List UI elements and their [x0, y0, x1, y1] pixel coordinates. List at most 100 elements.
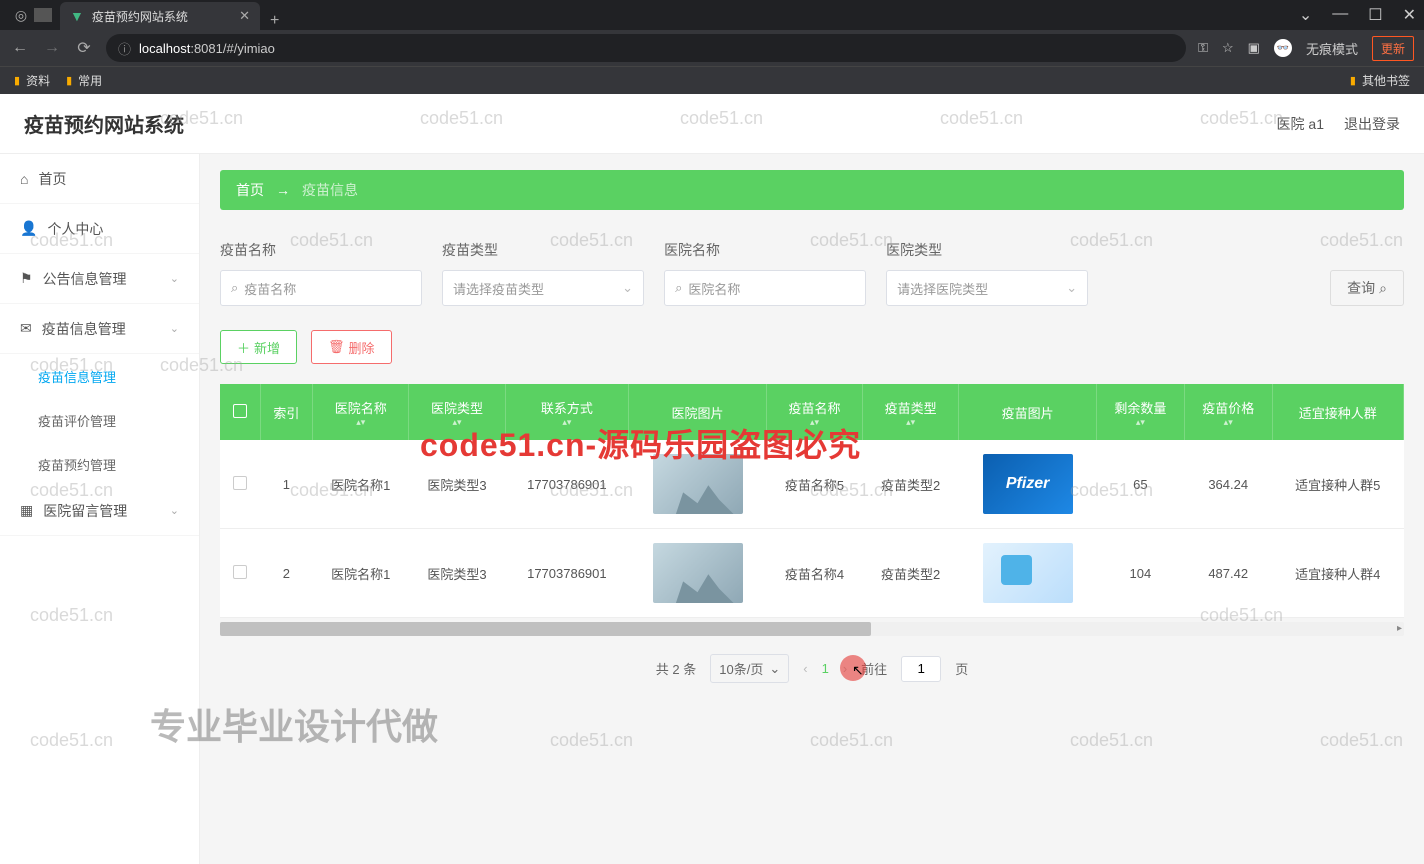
page-suffix: 页 — [955, 659, 968, 678]
vaccine-type-select[interactable]: 请选择疫苗类型⌄ — [442, 270, 644, 306]
sidebar-item-profile[interactable]: 👤 个人中心 — [0, 204, 199, 254]
col-qty[interactable]: 剩余数量▴▾ — [1097, 384, 1185, 440]
sidebar-item-vaccine[interactable]: ✉ 疫苗信息管理 ⌄ — [0, 304, 199, 354]
sidebar-sub-vaccine-book[interactable]: 疫苗预约管理 — [38, 442, 199, 486]
col-vimg: 疫苗图片 — [959, 384, 1097, 440]
col-index[interactable]: 索引 — [260, 384, 313, 440]
chevron-down-icon: ⌄ — [1066, 280, 1077, 296]
sort-icon: ▴▾ — [319, 419, 402, 426]
filter-label: 疫苗类型 — [442, 240, 644, 260]
col-htype[interactable]: 医院类型▴▾ — [409, 384, 505, 440]
plus-icon: ＋ — [237, 338, 250, 357]
bookmark-other[interactable]: ▮其他书签 — [1350, 72, 1410, 89]
app-root: 疫苗预约网站系统 医院 a1 退出登录 ⌂ 首页 👤 个人中心 ⚑ 公告信息管理… — [0, 94, 1424, 864]
reload-icon[interactable]: ⟳ — [74, 38, 94, 58]
prev-page-button[interactable]: ‹ — [803, 661, 807, 676]
content-area: 首页 → 疫苗信息 疫苗名称 ⌕疫苗名称 疫苗类型 请选择疫苗类型⌄ 医院名称 … — [200, 154, 1424, 864]
vaccine-name-input[interactable]: ⌕疫苗名称 — [220, 270, 422, 306]
logout-link[interactable]: 退出登录 — [1344, 114, 1400, 134]
new-tab-button[interactable]: + — [270, 12, 279, 30]
tab-title: 疫苗预约网站系统 — [92, 8, 231, 25]
scroll-right-icon[interactable]: ▸ — [1397, 622, 1402, 636]
total-label: 共 2 条 — [656, 659, 696, 678]
maximize-icon[interactable]: ☐ — [1368, 5, 1382, 25]
extension-icon[interactable]: ▣ — [1248, 40, 1260, 56]
info-icon: ⓘ — [118, 39, 131, 58]
table-wrapper: 索引 医院名称▴▾ 医院类型▴▾ 联系方式▴▾ 医院图片 疫苗名称▴▾ 疫苗类型… — [220, 384, 1404, 636]
table-row[interactable]: 2 医院名称1 医院类型3 17703786901 疫苗名称4 疫苗类型2 10… — [220, 529, 1404, 618]
grid-icon: ▦ — [20, 502, 33, 519]
col-vname[interactable]: 疫苗名称▴▾ — [766, 384, 862, 440]
sidebar-item-home[interactable]: ⌂ 首页 — [0, 154, 199, 204]
sort-icon: ▴▾ — [773, 419, 856, 426]
row-checkbox[interactable] — [233, 476, 247, 490]
chevron-down-icon[interactable]: ⌄ — [1299, 5, 1312, 25]
col-hname[interactable]: 医院名称▴▾ — [313, 384, 409, 440]
chevron-down-icon: ⌄ — [170, 322, 179, 335]
col-himg: 医院图片 — [629, 384, 767, 440]
url-text: localhost:8081/#/yimiao — [139, 41, 275, 56]
star-icon[interactable]: ☆ — [1222, 40, 1234, 56]
back-icon[interactable]: ← — [10, 39, 30, 57]
chevron-down-icon: ⌄ — [769, 661, 780, 677]
goto-page-input[interactable] — [901, 656, 941, 682]
bookmark-folder[interactable]: ▮资料 — [14, 72, 50, 89]
url-bar[interactable]: ⓘ localhost:8081/#/yimiao — [106, 34, 1186, 62]
minimize-icon[interactable]: — — [1332, 5, 1348, 25]
table-row[interactable]: 1 医院名称1 医院类型3 17703786901 疫苗名称5 疫苗类型2 Pf… — [220, 440, 1404, 529]
browser-tab-strip: ◎ ▼ 疫苗预约网站系统 ✕ + ⌄ — ☐ ✕ — [0, 0, 1424, 30]
user-icon: 👤 — [20, 220, 37, 237]
cursor-icon: ↖ — [852, 662, 864, 679]
forward-icon[interactable]: → — [42, 39, 62, 57]
col-vtype[interactable]: 疫苗类型▴▾ — [863, 384, 959, 440]
key-icon[interactable]: ⚿ — [1198, 40, 1208, 56]
filter-label: 医院名称 — [664, 240, 866, 260]
folder-icon: ▮ — [14, 74, 20, 87]
scrollbar-thumb[interactable] — [220, 622, 871, 636]
select-all-checkbox[interactable] — [233, 404, 247, 418]
user-label[interactable]: 医院 a1 — [1277, 114, 1324, 134]
app-title: 疫苗预约网站系统 — [24, 109, 184, 138]
browser-tab[interactable]: ▼ 疫苗预约网站系统 ✕ — [60, 2, 260, 30]
col-crowd: 适宜接种人群 — [1272, 384, 1403, 440]
search-button[interactable]: 查询 ⌕ — [1330, 270, 1404, 306]
sidebar-submenu-vaccine: 疫苗信息管理 疫苗评价管理 疫苗预约管理 — [0, 354, 199, 486]
add-button[interactable]: ＋新增 — [220, 330, 297, 364]
horizontal-scrollbar[interactable]: ▸ — [220, 622, 1404, 636]
sidebar-item-notice[interactable]: ⚑ 公告信息管理 ⌄ — [0, 254, 199, 304]
system-icon: ◎ — [8, 2, 34, 28]
page-size-select[interactable]: 10条/页⌄ — [710, 654, 789, 683]
hospital-type-select[interactable]: 请选择医院类型⌄ — [886, 270, 1088, 306]
delete-button[interactable]: 🗑删除 — [311, 330, 392, 364]
hospital-image — [653, 543, 743, 603]
sort-icon: ▴▾ — [415, 419, 498, 426]
window-controls: ⌄ — ☐ ✕ — [1299, 5, 1416, 25]
vaccine-image: Pfizer — [983, 454, 1073, 514]
breadcrumb-arrow: → — [276, 182, 290, 198]
breadcrumb-home[interactable]: 首页 — [236, 180, 264, 200]
hospital-name-input[interactable]: ⌕医院名称 — [664, 270, 866, 306]
bookmark-folder[interactable]: ▮常用 — [66, 72, 102, 89]
search-icon: ⌕ — [675, 280, 682, 296]
sort-icon: ▴▾ — [1191, 419, 1266, 426]
update-button[interactable]: 更新 — [1372, 36, 1414, 61]
page-number[interactable]: 1 — [822, 661, 829, 676]
filter-row: 疫苗名称 ⌕疫苗名称 疫苗类型 请选择疫苗类型⌄ 医院名称 ⌕医院名称 医院类型… — [220, 240, 1404, 306]
close-icon[interactable]: ✕ — [239, 8, 250, 24]
breadcrumb: 首页 → 疫苗信息 — [220, 170, 1404, 210]
filter-label: 疫苗名称 — [220, 240, 422, 260]
col-phone[interactable]: 联系方式▴▾ — [505, 384, 629, 440]
sidebar-item-message[interactable]: ▦ 医院留言管理 ⌄ — [0, 486, 199, 536]
sidebar-sub-vaccine-review[interactable]: 疫苗评价管理 — [38, 398, 199, 442]
col-price[interactable]: 疫苗价格▴▾ — [1184, 384, 1272, 440]
sidebar-sub-vaccine-info[interactable]: 疫苗信息管理 — [38, 354, 199, 398]
data-table: 索引 医院名称▴▾ 医院类型▴▾ 联系方式▴▾ 医院图片 疫苗名称▴▾ 疫苗类型… — [220, 384, 1404, 618]
folder-icon: ▮ — [1350, 74, 1356, 87]
sidebar: ⌂ 首页 👤 个人中心 ⚑ 公告信息管理 ⌄ ✉ 疫苗信息管理 ⌄ 疫苗信息管理… — [0, 154, 200, 864]
bookmark-bar: ▮资料 ▮常用 ▮其他书签 — [0, 66, 1424, 94]
app-icon — [34, 8, 52, 22]
browser-nav-bar: ← → ⟳ ⓘ localhost:8081/#/yimiao ⚿ ☆ ▣ 👓 … — [0, 30, 1424, 66]
sort-icon: ▴▾ — [869, 419, 952, 426]
close-window-icon[interactable]: ✕ — [1403, 5, 1416, 25]
row-checkbox[interactable] — [233, 565, 247, 579]
